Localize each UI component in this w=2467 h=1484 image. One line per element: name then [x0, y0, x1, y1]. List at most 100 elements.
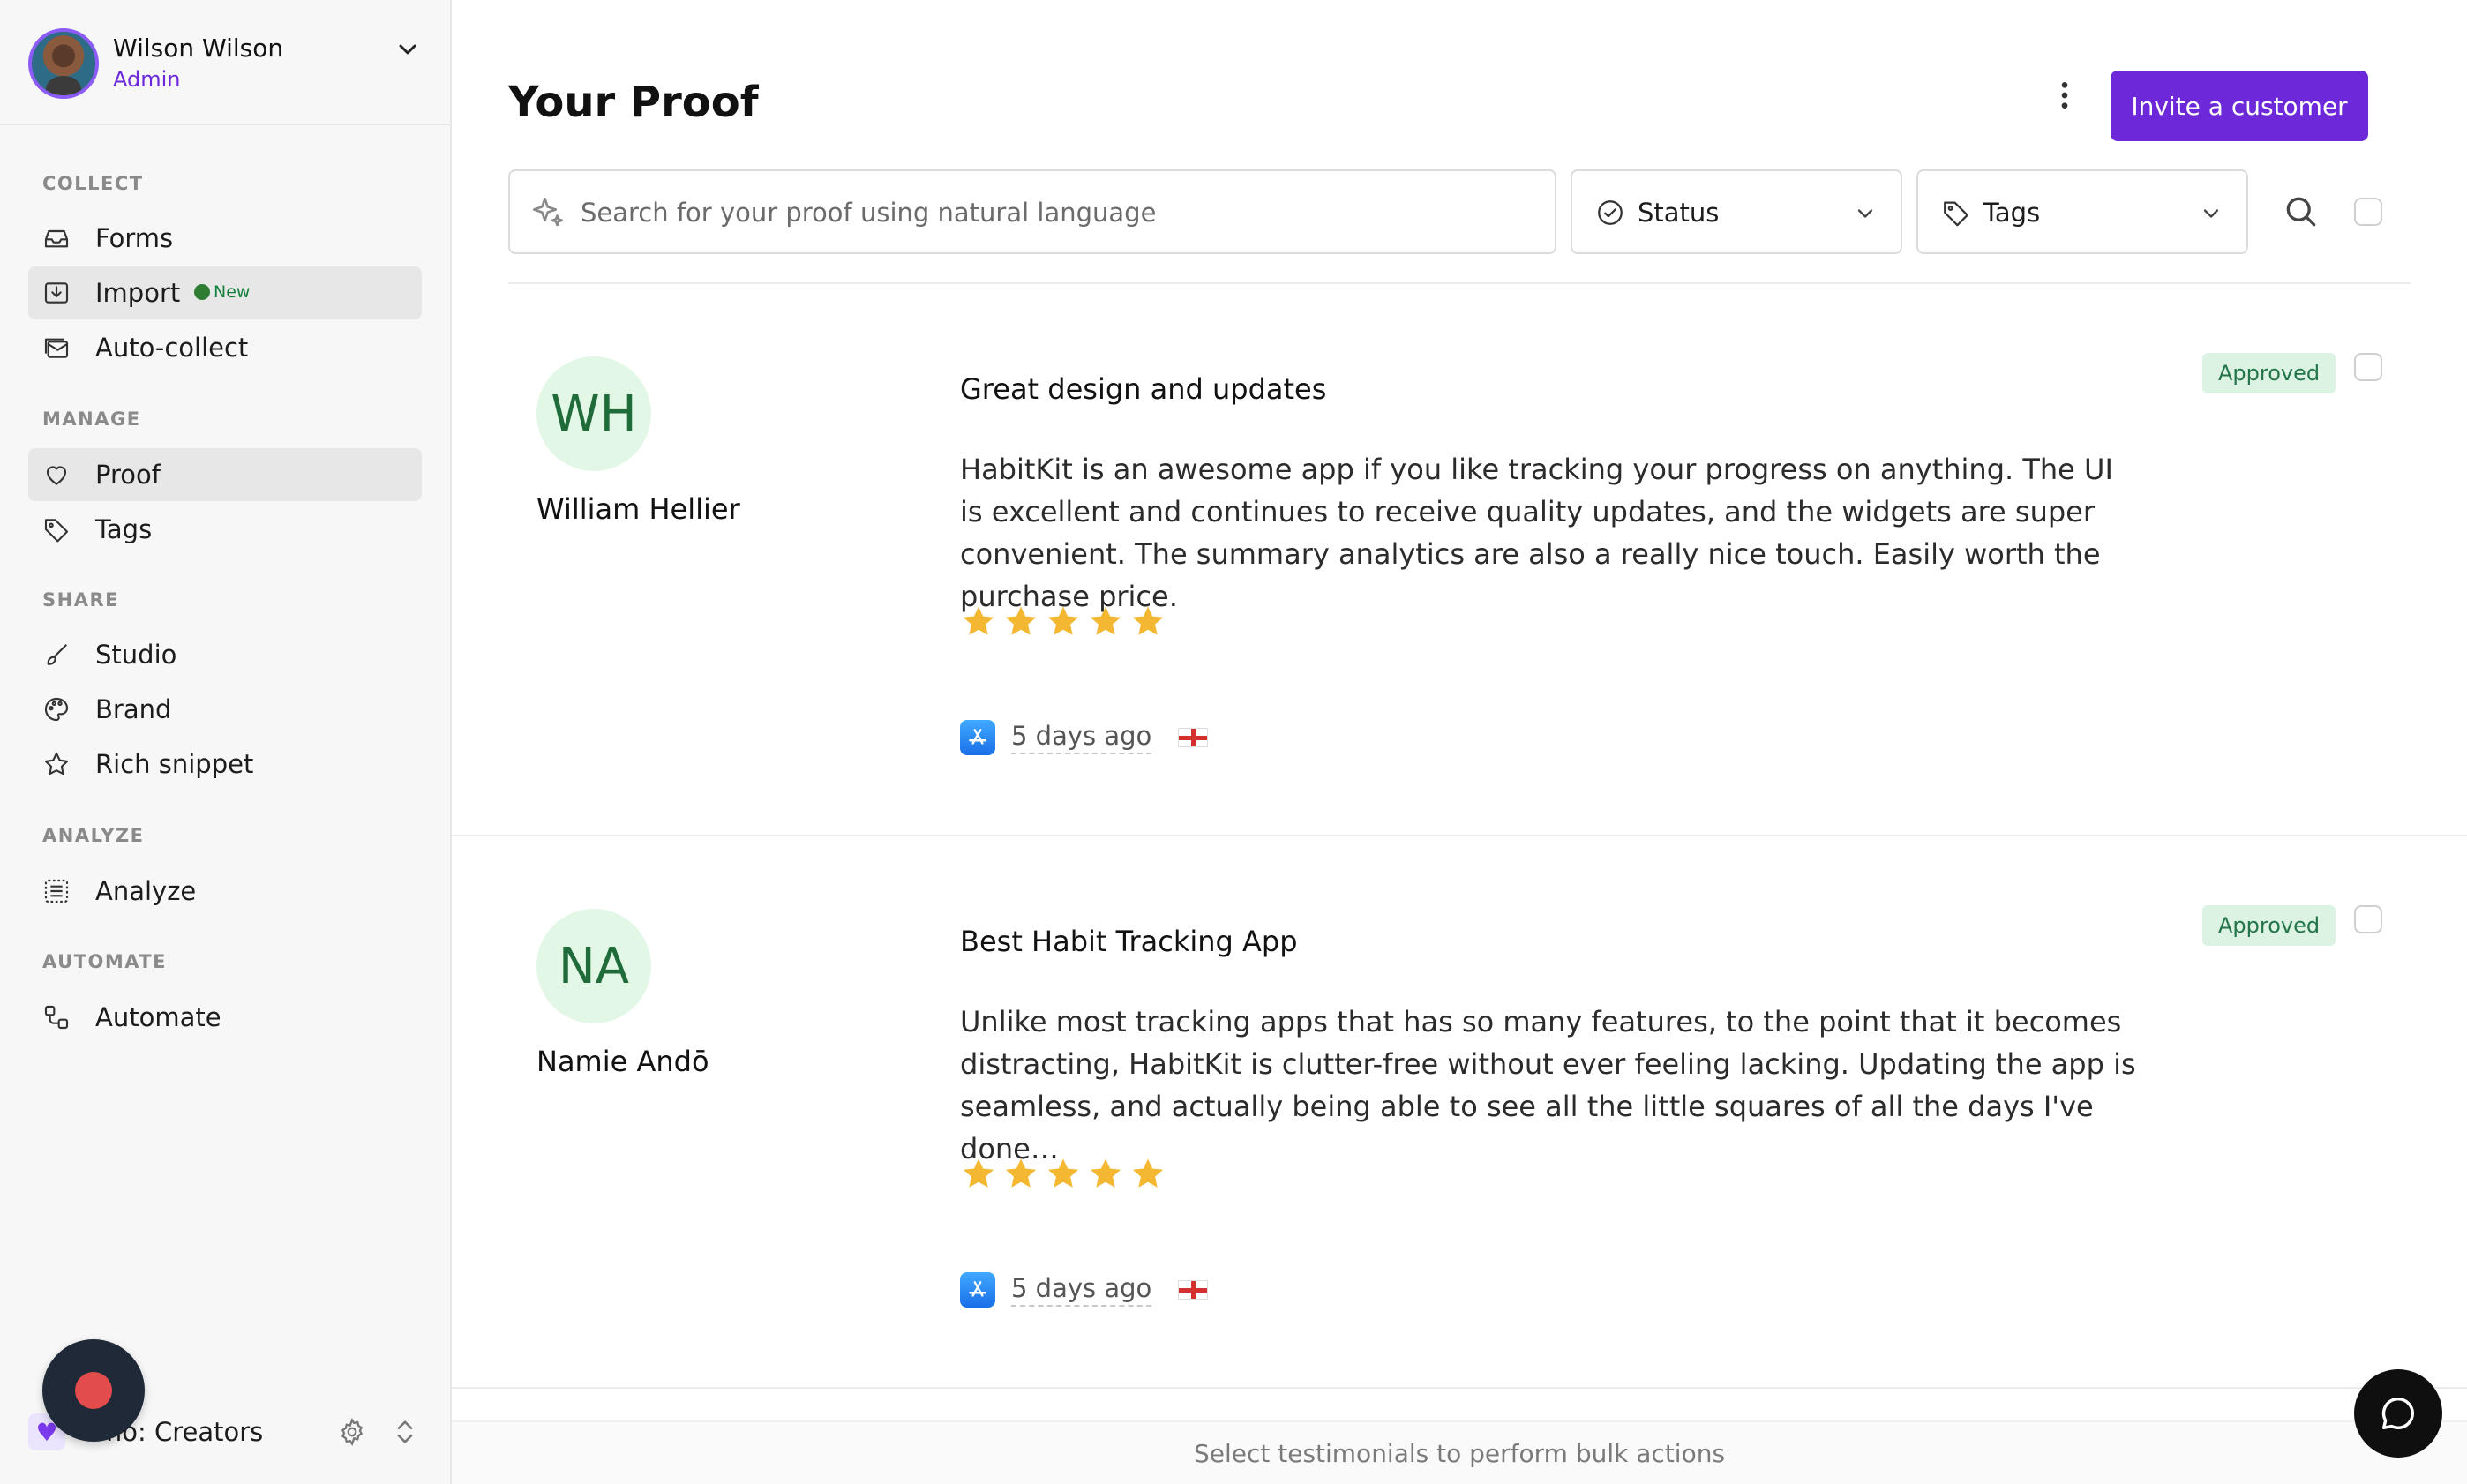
star-icon	[1005, 1158, 1037, 1188]
tag-icon	[1944, 201, 1968, 227]
testimonial-title: Great design and updates	[960, 372, 1327, 406]
select-all-checkbox[interactable]	[2354, 198, 2382, 226]
star-icon	[1132, 1158, 1164, 1188]
sparkle-icon	[532, 197, 564, 227]
testimonial-card[interactable]: NA Namie Andō Best Habit Tracking App Un…	[452, 836, 2467, 1389]
status-filter-dropdown[interactable]: Status	[1571, 169, 1902, 254]
palette-icon	[44, 697, 69, 722]
sidebar-item-analyze[interactable]: Analyze	[28, 865, 422, 918]
tags-filter-label: Tags	[1983, 198, 2041, 228]
star-icon	[1047, 606, 1079, 635]
star-outline-icon	[44, 752, 69, 776]
tag-icon	[44, 519, 69, 543]
sidebar-item-label: Tags	[95, 514, 153, 544]
star-icon	[1005, 606, 1037, 635]
testimonial-title: Best Habit Tracking App	[960, 925, 1298, 958]
sidebar-item-forms[interactable]: Forms	[28, 212, 422, 265]
chevron-down-icon	[2203, 209, 2219, 218]
section-label-analyze: ANALYZE	[42, 825, 145, 846]
bulk-actions-bar: Select testimonials to perform bulk acti…	[452, 1420, 2467, 1484]
author-name: Namie Andō	[536, 1045, 709, 1078]
sidebar-item-rich-snippet[interactable]: Rich snippet	[28, 738, 422, 791]
app-store-icon	[960, 1272, 995, 1308]
chevron-down-icon	[1857, 209, 1873, 218]
sidebar-item-tags[interactable]: Tags	[28, 503, 422, 556]
sidebar-item-automate[interactable]: Automate	[28, 991, 422, 1044]
check-circle-icon	[1598, 200, 1623, 225]
sidebar-item-import[interactable]: Import New	[28, 266, 422, 319]
mail-stack-icon	[44, 338, 69, 358]
sidebar-item-proof[interactable]: Proof	[28, 448, 422, 501]
inbox-icon	[44, 229, 69, 248]
sidebar-item-label: Proof	[95, 460, 161, 490]
gear-icon[interactable]	[337, 1417, 367, 1447]
author-name: William Hellier	[536, 492, 740, 526]
sidebar-item-label: Analyze	[95, 876, 197, 906]
star-rating	[960, 603, 1166, 641]
tree-icon	[194, 284, 210, 300]
status-filter-label: Status	[1638, 198, 1720, 228]
star-icon	[1132, 606, 1164, 635]
row-checkbox[interactable]	[2354, 353, 2382, 381]
sidebar-item-label: Studio	[95, 640, 177, 670]
heart-icon	[46, 466, 67, 485]
page-title: Your Proof	[508, 78, 759, 127]
user-menu[interactable]: Wilson Wilson Admin	[0, 0, 450, 125]
bulk-actions-text: Select testimonials to perform bulk acti…	[1193, 1438, 1726, 1468]
timestamp[interactable]: 5 days ago	[1011, 721, 1152, 754]
tags-filter-dropdown[interactable]: Tags	[1916, 169, 2248, 254]
sidebar-item-brand[interactable]: Brand	[28, 683, 422, 736]
avatar	[28, 28, 99, 99]
author-avatar: NA	[536, 909, 651, 1023]
chevron-down-icon[interactable]	[394, 35, 422, 64]
sidebar-item-label: Auto-collect	[95, 333, 249, 363]
england-flag-icon	[1178, 728, 1209, 747]
more-options-icon[interactable]	[2047, 74, 2082, 116]
author-avatar: WH	[536, 356, 651, 471]
row-checkbox[interactable]	[2354, 905, 2382, 933]
user-role: Admin	[113, 67, 181, 92]
workflow-icon	[44, 1005, 69, 1030]
section-label-collect: COLLECT	[42, 173, 144, 194]
list-frame-icon	[44, 879, 69, 903]
sidebar-item-label: Rich snippet	[95, 749, 254, 779]
status-badge: Approved	[2202, 353, 2336, 393]
timestamp[interactable]: 5 days ago	[1011, 1273, 1152, 1307]
search-box[interactable]	[508, 169, 1556, 254]
sidebar-item-label: Import	[95, 278, 181, 308]
testimonial-meta: 5 days ago	[960, 1272, 1209, 1308]
sidebar: Wilson Wilson Admin COLLECT Forms Import…	[0, 0, 452, 1484]
sidebar-item-label: Automate	[95, 1002, 221, 1032]
import-icon	[44, 282, 69, 304]
section-label-manage: MANAGE	[42, 408, 141, 430]
search-input[interactable]	[581, 189, 1533, 236]
england-flag-icon	[1178, 1280, 1209, 1300]
star-icon	[963, 606, 994, 635]
sidebar-item-studio[interactable]: Studio	[28, 628, 422, 681]
star-icon	[1090, 1158, 1121, 1188]
search-icon[interactable]	[2282, 192, 2321, 231]
star-icon	[963, 1158, 994, 1188]
status-badge: Approved	[2202, 905, 2336, 946]
record-icon	[75, 1372, 112, 1409]
brush-icon	[47, 644, 67, 665]
new-badge: New	[194, 282, 250, 302]
sidebar-item-auto-collect[interactable]: Auto-collect	[28, 321, 422, 374]
testimonial-card[interactable]: WH William Hellier Great design and upda…	[452, 284, 2467, 836]
star-icon	[1090, 606, 1121, 635]
testimonial-body: Unlike most tracking apps that has so ma…	[960, 1005, 2136, 1165]
testimonial-body: HabitKit is an awesome app if you like t…	[960, 453, 2113, 613]
chat-bubble-icon	[2381, 1397, 2415, 1430]
testimonial-meta: 5 days ago	[960, 720, 1209, 755]
star-icon	[1047, 1158, 1079, 1188]
app-store-icon	[960, 720, 995, 755]
chevron-updown-icon[interactable]	[390, 1417, 420, 1447]
sidebar-item-label: Forms	[95, 223, 174, 253]
star-rating	[960, 1156, 1166, 1193]
chat-button[interactable]	[2354, 1369, 2442, 1458]
user-name: Wilson Wilson	[113, 34, 284, 63]
section-label-share: SHARE	[42, 589, 119, 611]
section-label-automate: AUTOMATE	[42, 951, 168, 972]
invite-customer-button[interactable]: Invite a customer	[2111, 71, 2368, 141]
record-button[interactable]	[42, 1339, 145, 1442]
